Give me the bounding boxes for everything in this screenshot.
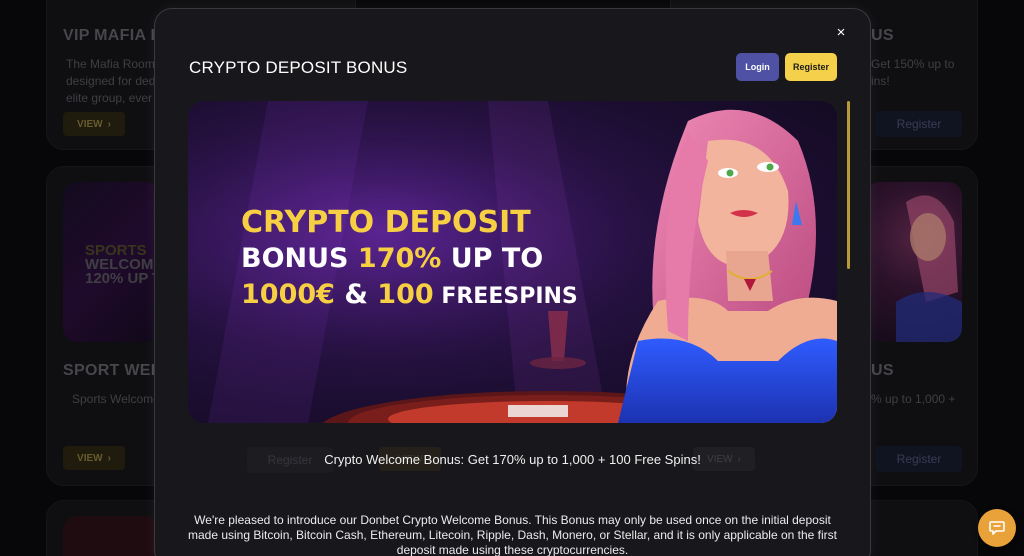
close-icon[interactable]: ×: [832, 23, 850, 41]
banner-line-3: 1000€ & 100 FREESPINS: [241, 277, 578, 315]
chat-widget-button[interactable]: [978, 509, 1016, 547]
banner-text: UP TO: [441, 243, 544, 274]
banner-percent: 170%: [357, 243, 442, 274]
promo-banner-image: CRYPTO DEPOSIT BONUS 170% UP TO 1000€ & …: [188, 101, 837, 423]
banner-amount: 1000€: [241, 279, 335, 310]
modal-title: CRYPTO DEPOSIT BONUS: [189, 58, 408, 77]
bonus-subtitle: Crypto Welcome Bonus: Get 170% up to 1,0…: [324, 452, 701, 467]
bonus-description: We're pleased to introduce our Donbet Cr…: [187, 513, 837, 556]
scrollbar-thumb[interactable]: [847, 101, 850, 269]
banner-text: FREESPINS: [433, 284, 578, 309]
banner-text: BONUS: [241, 243, 358, 274]
banner-spins-count: 100: [377, 279, 434, 310]
promo-modal: × CRYPTO DEPOSIT BONUS Login Register CR…: [154, 8, 871, 556]
login-button[interactable]: Login: [736, 53, 779, 81]
banner-line-1: CRYPTO DEPOSIT: [241, 205, 531, 240]
register-button[interactable]: Register: [785, 53, 837, 81]
banner-text: &: [334, 279, 378, 310]
banner-line-2: BONUS 170% UP TO: [241, 241, 578, 277]
chat-bubble-icon: [989, 521, 1005, 535]
banner-headline: CRYPTO DEPOSIT BONUS 170% UP TO 1000€ & …: [241, 205, 578, 315]
